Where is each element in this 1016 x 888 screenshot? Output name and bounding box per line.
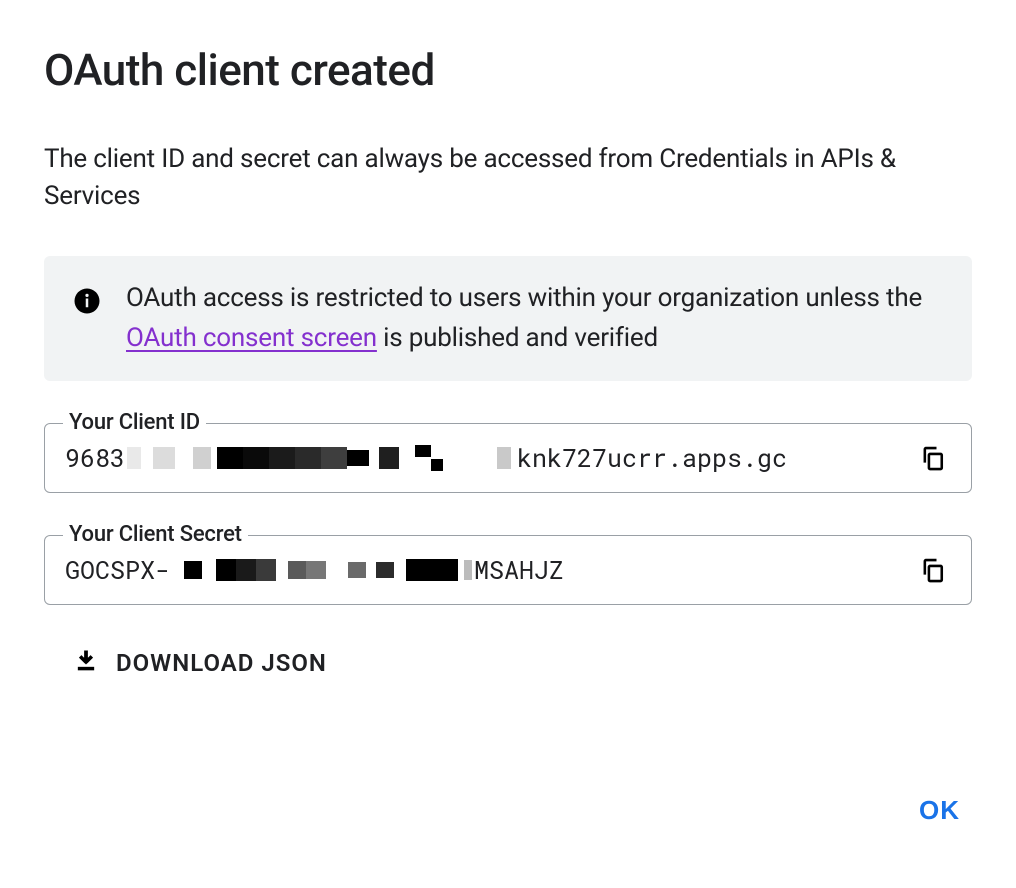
client-secret-value: GOCSPX- MSAHJZ xyxy=(65,553,903,586)
copy-icon xyxy=(919,444,947,472)
copy-client-id-button[interactable] xyxy=(915,440,951,476)
redacted-segment xyxy=(184,557,472,583)
copy-client-secret-button[interactable] xyxy=(915,552,951,588)
oauth-consent-link[interactable]: OAuth consent screen xyxy=(126,323,377,353)
info-banner: OAuth access is restricted to users with… xyxy=(44,256,972,381)
copy-icon xyxy=(919,556,947,584)
client-secret-field: Your Client Secret GOCSPX- MSAHJZ xyxy=(44,535,972,605)
info-text-after: is published and verified xyxy=(377,323,658,353)
info-icon xyxy=(72,278,102,316)
ok-button[interactable]: OK xyxy=(915,787,964,834)
client-id-label: Your Client ID xyxy=(63,410,206,435)
download-json-button[interactable]: DOWNLOAD JSON xyxy=(72,647,972,679)
description-text: The client ID and secret can always be a… xyxy=(44,141,972,216)
download-label: DOWNLOAD JSON xyxy=(116,649,327,677)
info-text-before: OAuth access is restricted to users with… xyxy=(126,283,922,313)
page-title: OAuth client created xyxy=(44,44,972,97)
redacted-segment xyxy=(127,445,511,471)
client-id-value: 9683 knk727ucrr.apps.gc xyxy=(65,441,903,474)
download-icon xyxy=(72,647,100,679)
client-secret-label: Your Client Secret xyxy=(63,522,248,547)
info-text: OAuth access is restricted to users with… xyxy=(126,278,944,359)
client-id-field: Your Client ID 9683 knk727ucrr.apps.gc xyxy=(44,423,972,493)
